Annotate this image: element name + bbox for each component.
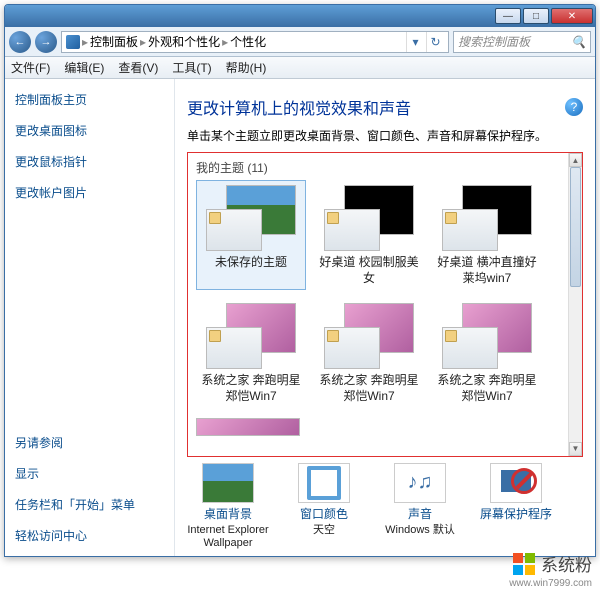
theme-thumb bbox=[206, 185, 296, 251]
control-panel-icon bbox=[66, 35, 80, 49]
back-button[interactable]: ← bbox=[9, 31, 31, 53]
control-panel-window: — □ ✕ ← → ▸ 控制面板 ▸ 外观和个性化 ▸ 个性化 ▾ ↻ 搜索控制… bbox=[4, 4, 596, 557]
watermark: 系统粉 bbox=[513, 551, 592, 576]
theme-item[interactable]: 好桌道 横冲直撞好莱坞win7 bbox=[432, 180, 542, 290]
menu-edit[interactable]: 编辑(E) bbox=[64, 59, 104, 76]
theme-thumb bbox=[442, 185, 532, 251]
desktop-background-link[interactable]: 桌面背景 Internet Explorer Wallpaper bbox=[187, 463, 269, 550]
theme-label: 系统之家 奔跑明星郑恺Win7 bbox=[317, 373, 421, 403]
theme-thumb bbox=[324, 185, 414, 251]
bottom-row: 桌面背景 Internet Explorer Wallpaper 窗口颜色 天空… bbox=[187, 457, 583, 550]
sound-label: 声音 bbox=[408, 505, 432, 522]
see-also-taskbar[interactable]: 任务栏和「开始」菜单 bbox=[15, 496, 164, 513]
my-themes-label: 我的主题 (11) bbox=[196, 159, 564, 176]
window-color-value: 天空 bbox=[313, 524, 335, 537]
watermark-text: 系统粉 bbox=[541, 551, 592, 576]
titlebar: — □ ✕ bbox=[5, 5, 595, 27]
desktop-background-value: Internet Explorer Wallpaper bbox=[187, 524, 269, 550]
scroll-up-button[interactable]: ▲ bbox=[569, 153, 582, 167]
breadcrumb-3[interactable]: 个性化 bbox=[230, 33, 266, 50]
refresh-button[interactable]: ↻ bbox=[426, 32, 444, 52]
sound-value: Windows 默认 bbox=[385, 524, 455, 537]
theme-item-partial[interactable] bbox=[196, 418, 300, 436]
menubar: 文件(F) 编辑(E) 查看(V) 工具(T) 帮助(H) bbox=[5, 57, 595, 79]
scroll-thumb[interactable] bbox=[570, 167, 581, 287]
scroll-track[interactable] bbox=[569, 167, 582, 442]
theme-item[interactable]: 系统之家 奔跑明星郑恺Win7 bbox=[196, 298, 306, 408]
theme-grid: 未保存的主题 好桌道 校园制服美女 bbox=[196, 180, 564, 436]
search-icon: 🔍 bbox=[571, 35, 586, 49]
see-also-title: 另请参阅 bbox=[15, 434, 164, 451]
theme-thumb bbox=[206, 303, 296, 369]
themes-scrollbar[interactable]: ▲ ▼ bbox=[568, 153, 582, 456]
screensaver-label: 屏幕保护程序 bbox=[480, 505, 552, 522]
menu-help[interactable]: 帮助(H) bbox=[226, 59, 267, 76]
screensaver-link[interactable]: 屏幕保护程序 bbox=[475, 463, 557, 550]
content-area: 更改计算机上的视觉效果和声音 ? 单击某个主题立即更改桌面背景、窗口颜色、声音和… bbox=[175, 79, 595, 556]
theme-thumb bbox=[442, 303, 532, 369]
close-button[interactable]: ✕ bbox=[551, 8, 593, 24]
theme-item[interactable]: 系统之家 奔跑明星郑恺Win7 bbox=[314, 298, 424, 408]
breadcrumb-2[interactable]: 外观和个性化 bbox=[148, 33, 220, 50]
theme-item[interactable]: 好桌道 校园制服美女 bbox=[314, 180, 424, 290]
menu-file[interactable]: 文件(F) bbox=[11, 59, 50, 76]
themes-pane: 我的主题 (11) 未保存的主题 bbox=[188, 153, 568, 456]
minimize-button[interactable]: — bbox=[495, 8, 521, 24]
theme-label: 好桌道 校园制服美女 bbox=[317, 255, 421, 285]
theme-label: 好桌道 横冲直撞好莱坞win7 bbox=[435, 255, 539, 285]
menu-tools[interactable]: 工具(T) bbox=[172, 59, 211, 76]
theme-label: 系统之家 奔跑明星郑恺Win7 bbox=[199, 373, 303, 403]
forward-button[interactable]: → bbox=[35, 31, 57, 53]
sidebar: 控制面板主页 更改桌面图标 更改鼠标指针 更改帐户图片 另请参阅 显示 任务栏和… bbox=[5, 79, 175, 556]
theme-label: 未保存的主题 bbox=[215, 255, 287, 285]
page-subtitle: 单击某个主题立即更改桌面背景、窗口颜色、声音和屏幕保护程序。 bbox=[187, 127, 583, 144]
page-title: 更改计算机上的视觉效果和声音 bbox=[187, 95, 411, 119]
breadcrumb-sep: ▸ bbox=[222, 35, 228, 49]
address-bar[interactable]: ▸ 控制面板 ▸ 外观和个性化 ▸ 个性化 ▾ ↻ bbox=[61, 31, 449, 53]
window-color-icon bbox=[298, 463, 350, 503]
help-icon[interactable]: ? bbox=[565, 98, 583, 116]
theme-item[interactable]: 系统之家 奔跑明星郑恺Win7 bbox=[432, 298, 542, 408]
window-color-label: 窗口颜色 bbox=[300, 505, 348, 522]
screensaver-icon bbox=[490, 463, 542, 503]
maximize-button[interactable]: □ bbox=[523, 8, 549, 24]
main-split: 控制面板主页 更改桌面图标 更改鼠标指针 更改帐户图片 另请参阅 显示 任务栏和… bbox=[5, 79, 595, 556]
breadcrumb-1[interactable]: 控制面板 bbox=[90, 33, 138, 50]
sidebar-link-desktop-icons[interactable]: 更改桌面图标 bbox=[15, 122, 164, 139]
breadcrumb-sep: ▸ bbox=[140, 35, 146, 49]
navbar: ← → ▸ 控制面板 ▸ 外观和个性化 ▸ 个性化 ▾ ↻ 搜索控制面板 🔍 bbox=[5, 27, 595, 57]
theme-label: 系统之家 奔跑明星郑恺Win7 bbox=[435, 373, 539, 403]
see-also-display[interactable]: 显示 bbox=[15, 465, 164, 482]
sound-link[interactable]: ♪♫ 声音 Windows 默认 bbox=[379, 463, 461, 550]
window-color-link[interactable]: 窗口颜色 天空 bbox=[283, 463, 365, 550]
watermark-url: www.win7999.com bbox=[509, 578, 592, 589]
desktop-background-label: 桌面背景 bbox=[204, 505, 252, 522]
see-also-ease-of-access[interactable]: 轻松访问中心 bbox=[15, 527, 164, 544]
address-dropdown[interactable]: ▾ bbox=[406, 32, 424, 52]
search-box[interactable]: 搜索控制面板 🔍 bbox=[453, 31, 591, 53]
page-title-row: 更改计算机上的视觉效果和声音 ? bbox=[187, 95, 583, 119]
menu-view[interactable]: 查看(V) bbox=[118, 59, 158, 76]
scroll-down-button[interactable]: ▼ bbox=[569, 442, 582, 456]
theme-item[interactable]: 未保存的主题 bbox=[196, 180, 306, 290]
desktop-background-icon bbox=[202, 463, 254, 503]
theme-thumb bbox=[324, 303, 414, 369]
themes-highlight: 我的主题 (11) 未保存的主题 bbox=[187, 152, 583, 457]
sidebar-link-account-picture[interactable]: 更改帐户图片 bbox=[15, 184, 164, 201]
search-placeholder: 搜索控制面板 bbox=[458, 33, 571, 50]
watermark-logo bbox=[513, 553, 535, 575]
breadcrumb-sep: ▸ bbox=[82, 35, 88, 49]
sound-icon: ♪♫ bbox=[394, 463, 446, 503]
sidebar-home[interactable]: 控制面板主页 bbox=[15, 91, 164, 108]
sidebar-link-mouse-pointer[interactable]: 更改鼠标指针 bbox=[15, 153, 164, 170]
